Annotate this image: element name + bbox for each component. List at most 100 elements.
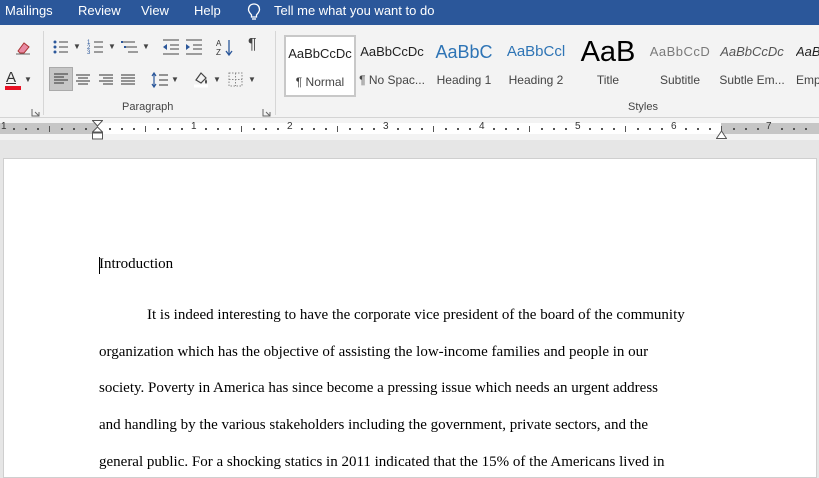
numbering-icon[interactable]: 123 [86, 37, 106, 57]
ruler-number: 1 [191, 121, 197, 132]
ruler-tick [733, 128, 735, 130]
ruler-tick [121, 128, 123, 130]
multilevel-list-icon[interactable] [120, 37, 140, 57]
ruler-tick [757, 128, 759, 130]
chevron-down-icon[interactable]: ▼ [171, 75, 179, 84]
chevron-down-icon[interactable]: ▼ [24, 75, 32, 84]
paragraph-dialog-launcher-icon[interactable] [262, 104, 271, 117]
style-sample: AaB [580, 36, 636, 68]
show-formatting-marks-button[interactable]: ¶ [248, 36, 257, 54]
styles-group-label: Styles [628, 101, 658, 113]
ruler-number: 5 [575, 121, 581, 132]
right-indent-marker-icon[interactable] [715, 126, 728, 139]
group-separator [275, 31, 276, 115]
chevron-down-icon[interactable]: ▼ [213, 75, 221, 84]
style-heading-1[interactable]: AaBbC Heading 1 [428, 35, 500, 97]
align-right-icon[interactable] [96, 70, 116, 90]
document-area: Introduction It is indeed interesting to… [0, 140, 819, 478]
ruler-tick [253, 128, 255, 130]
style-subtle-emphasis[interactable]: AaBbCcDc Subtle Em... [716, 35, 788, 97]
ruler-tick [25, 128, 27, 130]
ruler-tick [493, 128, 495, 130]
ruler-tick [349, 128, 351, 130]
ruler-tick [613, 128, 615, 130]
document-page[interactable]: Introduction It is indeed interesting to… [3, 158, 817, 478]
font-dialog-launcher-icon[interactable] [31, 104, 40, 117]
ruler-tick [85, 128, 87, 130]
chevron-down-icon[interactable]: ▼ [142, 42, 150, 51]
style-normal[interactable]: AaBbCcDc ¶ Normal [284, 35, 356, 97]
styles-gallery: AaBbCcDc ¶ Normal AaBbCcDc ¶ No Spac... … [282, 33, 819, 99]
ruler-tick [781, 128, 783, 130]
decrease-indent-icon[interactable] [161, 37, 181, 57]
chevron-down-icon[interactable]: ▼ [108, 42, 116, 51]
font-color-bar [5, 86, 21, 90]
style-title[interactable]: AaB Title [572, 35, 644, 97]
ruler-number: 1 [1, 121, 7, 132]
align-center-icon[interactable] [73, 70, 93, 90]
ruler-tick [169, 128, 171, 130]
increase-indent-icon[interactable] [184, 37, 204, 57]
clear-formatting-icon[interactable] [13, 37, 33, 57]
font-color-glyph: A [6, 69, 17, 86]
paragraph-line: society. Poverty in America has since be… [99, 380, 659, 396]
tab-help[interactable]: Help [194, 3, 221, 18]
ruler-tick [277, 128, 279, 130]
align-left-button[interactable] [49, 67, 73, 91]
style-name: Subtle Em... [719, 73, 785, 87]
tab-view[interactable]: View [141, 3, 169, 18]
sort-icon[interactable]: AZ [215, 37, 235, 57]
tab-review[interactable]: Review [78, 3, 121, 18]
tab-mailings[interactable]: Mailings [5, 3, 53, 18]
borders-icon[interactable] [226, 70, 246, 90]
ruler-tick [229, 128, 231, 130]
horizontal-ruler[interactable]: 1 1 2 3 4 5 6 7 [0, 118, 819, 140]
ruler-tick [217, 128, 219, 130]
ruler-tick [709, 128, 711, 130]
style-name: Heading 2 [508, 73, 564, 87]
style-sample: AaBbCcDc [796, 44, 819, 59]
ruler-tick [565, 128, 567, 130]
group-separator [43, 31, 44, 115]
ruler-tick [337, 126, 338, 132]
svg-text:3: 3 [87, 50, 91, 56]
style-subtitle[interactable]: AaBbCcD Subtitle [644, 35, 716, 97]
ruler-tick [457, 128, 459, 130]
bullets-icon[interactable] [51, 37, 71, 57]
ruler-tick [625, 126, 626, 132]
ruler-tick [157, 128, 159, 130]
lightbulb-icon[interactable] [247, 2, 261, 22]
style-no-spacing[interactable]: AaBbCcDc ¶ No Spac... [356, 35, 428, 97]
style-sample: AaBbCcDc [288, 46, 352, 61]
style-name: ¶ Normal [295, 75, 345, 89]
style-name: ¶ No Spac... [359, 73, 425, 87]
ruler-tick [637, 128, 639, 130]
ribbon-tab-bar: Mailings Review View Help Tell me what y… [0, 0, 819, 25]
ruler-tick [145, 126, 146, 132]
line-spacing-icon[interactable] [150, 70, 170, 90]
shading-icon[interactable] [191, 69, 211, 89]
doc-heading: Introduction [99, 256, 174, 272]
ruler-tick [793, 128, 795, 130]
svg-text:A: A [216, 39, 222, 48]
style-name: Subtitle [659, 73, 701, 87]
ruler-tick [37, 128, 39, 130]
style-sample: AaBbCcDc [720, 44, 784, 59]
style-emphasis[interactable]: AaBbCcDc Emp [788, 35, 819, 97]
ruler-tick [697, 128, 699, 130]
chevron-down-icon[interactable]: ▼ [248, 75, 256, 84]
first-line-indent-marker-icon[interactable] [91, 120, 104, 140]
ruler-tick [601, 128, 603, 130]
ruler-tick [505, 128, 507, 130]
chevron-down-icon[interactable]: ▼ [73, 42, 81, 51]
tell-me-search[interactable]: Tell me what you want to do [274, 3, 434, 18]
ruler-tick [313, 128, 315, 130]
ruler-tick [373, 128, 375, 130]
ruler-tick [181, 128, 183, 130]
style-heading-2[interactable]: AaBbCcl Heading 2 [500, 35, 572, 97]
ruler-tick [517, 128, 519, 130]
paragraph-line: It is indeed interesting to have the cor… [147, 307, 685, 323]
justify-icon[interactable] [118, 70, 138, 90]
font-color-button[interactable]: A [4, 69, 24, 91]
ruler-tick [109, 128, 111, 130]
